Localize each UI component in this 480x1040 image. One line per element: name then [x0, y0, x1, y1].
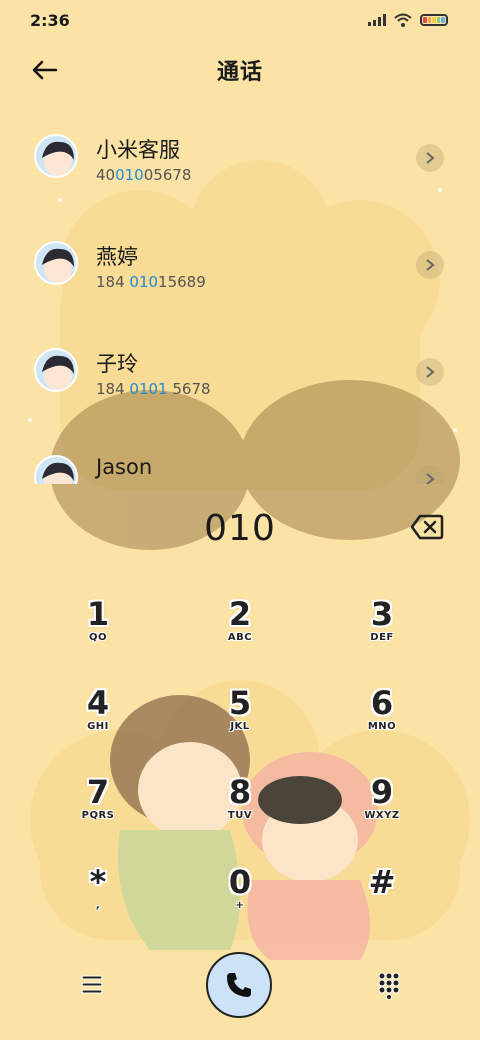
wifi-icon [394, 13, 412, 27]
contact-detail-button[interactable] [416, 358, 444, 386]
contact-number: 184 01015689 [96, 273, 206, 291]
chevron-right-icon [426, 473, 435, 484]
contact-name: Jason [96, 455, 153, 479]
page-title: 通话 [216, 60, 263, 85]
status-icons [368, 13, 448, 27]
key-4[interactable]: 4 GHI [43, 685, 153, 755]
dialpad-toggle-button[interactable] [374, 970, 404, 1000]
contact-row[interactable]: 子玲 184 0101 5678 [0, 348, 480, 438]
call-button[interactable] [206, 952, 272, 1018]
avatar [34, 241, 78, 285]
contact-list: 小米客服 4001005678 燕婷 184 01015689 子玲 184 0… [0, 110, 480, 484]
bottom-bar [0, 952, 480, 1022]
dialed-number: 010 [204, 508, 276, 549]
chevron-right-icon [426, 259, 435, 271]
key-9[interactable]: 9 WXYZ [327, 774, 437, 844]
header: 通话 [0, 45, 480, 95]
key-star[interactable]: *, [43, 864, 153, 934]
key-0[interactable]: 0 + [185, 864, 295, 934]
menu-button[interactable] [78, 972, 106, 998]
avatar [34, 455, 78, 484]
battery-icon [420, 14, 448, 26]
key-5[interactable]: 5 JKL [185, 685, 295, 755]
contact-name: 燕婷 [96, 245, 138, 269]
signal-icon [368, 14, 386, 26]
key-1[interactable]: 1 QO [43, 596, 153, 666]
contact-name: 子玲 [96, 352, 138, 376]
contact-row[interactable]: 燕婷 184 01015689 [0, 241, 480, 331]
menu-icon [81, 975, 103, 994]
key-8[interactable]: 8 TUV [185, 774, 295, 844]
key-2[interactable]: 2 ABC [185, 596, 295, 666]
status-bar: 2:36 [0, 0, 480, 40]
contact-detail-button[interactable] [416, 144, 444, 172]
backspace-icon [410, 514, 444, 540]
key-hash[interactable]: # [327, 864, 437, 934]
contact-name: 小米客服 [96, 138, 180, 162]
contact-number: 4001005678 [96, 166, 192, 184]
avatar [34, 348, 78, 392]
status-time: 2:36 [30, 10, 70, 30]
dialpad-icon [378, 972, 400, 1000]
back-button[interactable] [28, 53, 62, 87]
contact-detail-button[interactable] [416, 465, 444, 484]
contact-number: 184 0101 5678 [96, 380, 211, 398]
avatar [34, 134, 78, 178]
chevron-right-icon [426, 366, 435, 378]
chevron-right-icon [426, 152, 435, 164]
contact-detail-button[interactable] [416, 251, 444, 279]
key-3[interactable]: 3 DEF [327, 596, 437, 666]
contact-row[interactable]: 小米客服 4001005678 [0, 134, 480, 224]
backspace-button[interactable] [410, 514, 444, 540]
key-6[interactable]: 6 MNO [327, 685, 437, 755]
contact-row[interactable]: Jason [0, 455, 480, 484]
arrow-left-icon [32, 60, 58, 80]
phone-icon [227, 973, 251, 997]
key-7[interactable]: 7 PQRS [43, 774, 153, 844]
